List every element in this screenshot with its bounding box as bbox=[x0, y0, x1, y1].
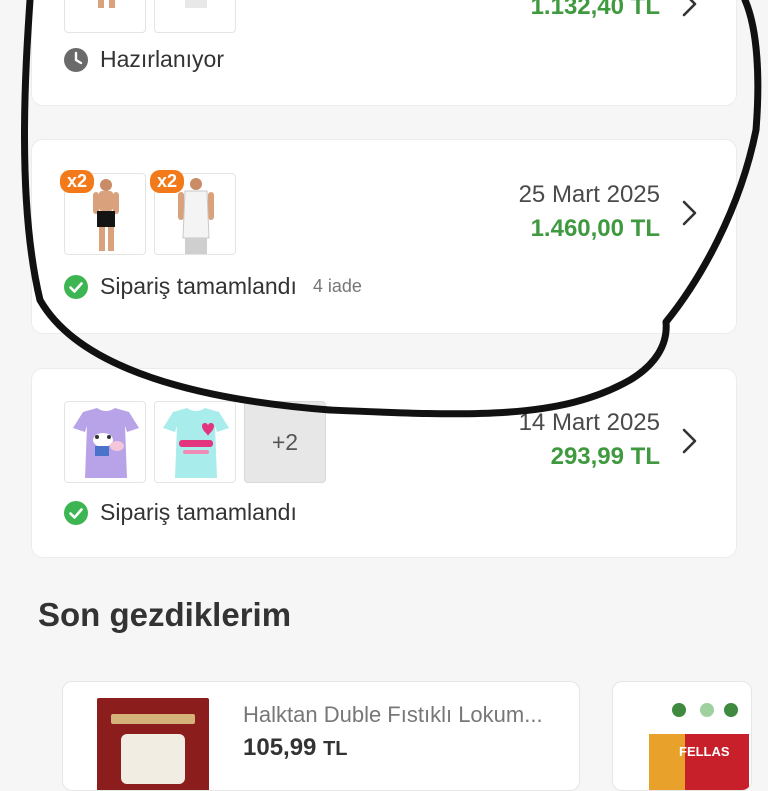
check-circle-icon bbox=[64, 500, 88, 525]
price-currency: TL bbox=[323, 738, 348, 760]
status-text: Sipariş tamamlandı bbox=[100, 273, 297, 299]
price-value: 105,99 bbox=[243, 734, 317, 761]
status-text: Hazırlanıyor bbox=[100, 46, 224, 72]
product-image: FELLAS bbox=[649, 734, 749, 790]
product-name[interactable]: Halktan Duble Fıstıklı Lokum... bbox=[243, 702, 543, 728]
order-card[interactable]: +2 14 Mart 2025 293,99 TL Sipariş tamaml… bbox=[31, 368, 737, 558]
return-count: 4 iade bbox=[312, 276, 362, 296]
order-date: 14 Mart 2025 bbox=[518, 409, 660, 436]
clock-icon bbox=[64, 47, 88, 72]
product-thumb bbox=[154, 0, 236, 33]
product-thumb bbox=[154, 401, 236, 483]
order-price: 293,99 TL bbox=[550, 443, 660, 470]
product-card[interactable]: FELLAS bbox=[612, 681, 752, 791]
product-thumb bbox=[64, 0, 146, 33]
chevron-right-icon[interactable] bbox=[676, 426, 702, 456]
quantity-badge: x2 bbox=[150, 170, 185, 193]
more-items-tile: +2 bbox=[244, 401, 326, 483]
order-status: Sipariş tamamlandı 4 iade bbox=[63, 273, 362, 300]
check-circle-icon bbox=[64, 274, 88, 299]
product-thumb bbox=[64, 401, 146, 483]
order-card[interactable]: 1.132,40 TL Hazırlanıyor bbox=[31, 0, 737, 106]
chevron-right-icon[interactable] bbox=[676, 0, 702, 19]
chevron-right-icon[interactable] bbox=[676, 198, 702, 228]
certification-icons bbox=[672, 703, 738, 717]
status-text: Sipariş tamamlandı bbox=[100, 499, 297, 525]
order-price: 1.460,00 TL bbox=[530, 215, 660, 242]
order-price: 1.132,40 TL bbox=[530, 0, 660, 20]
product-image bbox=[97, 698, 209, 790]
product-card[interactable]: Halktan Duble Fıstıklı Lokum... 105,99 T… bbox=[62, 681, 580, 791]
quantity-badge: x2 bbox=[60, 170, 95, 193]
order-status: Sipariş tamamlandı bbox=[63, 499, 297, 526]
brand-label: FELLAS bbox=[679, 744, 730, 759]
order-date: 25 Mart 2025 bbox=[518, 181, 660, 208]
order-status: Hazırlanıyor bbox=[63, 46, 224, 73]
product-price: 105,99 TL bbox=[243, 734, 348, 762]
order-card[interactable]: x2 x2 25 Mart 2025 1.460,00 TL Sipariş t… bbox=[31, 139, 737, 334]
section-title: Son gezdiklerim bbox=[38, 596, 292, 633]
